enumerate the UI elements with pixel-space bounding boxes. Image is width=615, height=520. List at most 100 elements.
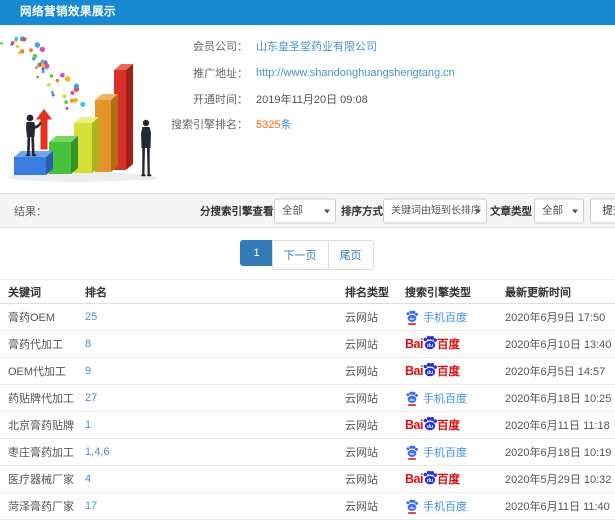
mobile-baidu-logo: du 手机百度 <box>405 444 467 460</box>
updated-cell: 2020年6月18日 10:19 <box>497 438 615 466</box>
rank-link[interactable]: 25 <box>85 311 97 323</box>
rank-link[interactable]: 1 <box>85 419 91 431</box>
col-keyword: 关键词 <box>0 279 77 304</box>
engine-view-label: 分搜索引擎查看 <box>200 205 274 217</box>
chevron-down-icon <box>475 209 481 213</box>
table-row: 北京膏药贴牌 1 云网站 Bai du 百度 2020年6月11日 11:18 <box>0 411 615 439</box>
table-row: 膏药代加工 8 云网站 Bai du 百度 2020年6月10日 13:40 <box>0 330 615 358</box>
rank-link[interactable]: 27 <box>85 392 97 404</box>
sort-select[interactable]: 关键词由短到长排序 <box>383 198 487 223</box>
table-row: 医疗器械厂家 4 云网站 Bai du 百度 2020年5月29日 10:32 <box>0 465 615 493</box>
keyword-cell: OEM代加工 <box>0 357 77 385</box>
page-1-button[interactable]: 1 <box>240 240 273 266</box>
updated-cell: 2020年6月5日 14:57 <box>497 357 615 385</box>
last-page-button[interactable]: 尾页 <box>327 240 374 270</box>
engine-cell: du 手机百度 <box>397 303 497 331</box>
keyword-cell: 药贴牌代加工 <box>0 384 77 412</box>
updated-cell: 2020年5月29日 10:32 <box>497 465 615 493</box>
results-table: 关键词 排名 排名类型 搜索引擎类型 最新更新时间 膏药OEM 25 云网站 d… <box>0 279 615 520</box>
chevron-down-icon <box>324 209 330 213</box>
updated-cell: 2020年6月10日 13:40 <box>497 330 615 358</box>
rank-link[interactable]: 17 <box>85 500 97 512</box>
rank-cell: 17 <box>77 492 337 520</box>
rank-link[interactable]: 4 <box>85 473 91 485</box>
rank-cell: 1 <box>77 411 337 439</box>
baidu-logo-cn: 百度 <box>436 474 460 486</box>
engine-rank-label: 搜索引擎排名： <box>171 119 248 131</box>
promo-url-link[interactable]: http://www.shandonghuangshengtang.cn <box>256 67 455 79</box>
keyword-cell: 菏泽膏药厂家 <box>0 492 77 520</box>
baidu-logo-bai: Bai <box>405 364 423 378</box>
baidu-paw-icon: du <box>406 445 418 460</box>
keyword-cell: 医疗器械厂家 <box>0 465 77 493</box>
updated-cell: 2020年6月18日 10:25 <box>497 384 615 412</box>
rank-link[interactable]: 8 <box>85 338 91 350</box>
col-rank-type: 排名类型 <box>337 279 397 304</box>
table-row: OEM代加工 9 云网站 Bai du 百度 2020年6月5日 14:57 <box>0 357 615 385</box>
mobile-baidu-logo: du 手机百度 <box>405 498 467 514</box>
svg-text:du: du <box>410 450 415 455</box>
rank-link[interactable]: 9 <box>85 365 91 377</box>
open-time-label: 开通时间： <box>193 94 248 106</box>
engine-view-select[interactable]: 全部 <box>274 198 336 223</box>
open-time-value: 2019年11月20日 09:08 <box>256 94 368 106</box>
next-page-button[interactable]: 下一页 <box>271 240 329 270</box>
baidu-logo: Bai du 百度 <box>405 335 460 353</box>
svg-text:du: du <box>410 315 415 320</box>
engine-cell: Bai du 百度 <box>397 357 497 385</box>
rank-unit: 条 <box>280 119 292 131</box>
rank-link[interactable]: 1,4,6 <box>85 446 109 458</box>
article-type-select[interactable]: 全部 <box>534 198 584 223</box>
rank-cell: 8 <box>77 330 337 358</box>
rank-type-cell: 云网站 <box>337 357 397 385</box>
chevron-down-icon <box>572 209 578 213</box>
pagination: 1 下一页 尾页 <box>0 240 615 270</box>
top-title-bar: 网络营销效果展示 <box>0 0 615 25</box>
company-link[interactable]: 山东皇圣堂药业有限公司 <box>256 38 377 54</box>
engine-rank-value[interactable]: 5325条 <box>256 116 291 132</box>
rank-count: 5325 <box>256 119 281 131</box>
keyword-cell: 枣庄膏药加工 <box>0 438 77 466</box>
col-engine-type: 搜索引擎类型 <box>397 279 497 304</box>
submit-button[interactable]: 提交 <box>590 198 615 223</box>
page-title: 网络营销效果展示 <box>20 6 116 18</box>
rank-cell: 9 <box>77 357 337 385</box>
svg-text:du: du <box>410 504 415 509</box>
baidu-logo: Bai du 百度 <box>405 416 460 434</box>
promo-url-label: 推广地址： <box>193 68 248 80</box>
article-type-label: 文章类型 <box>490 205 532 217</box>
col-updated: 最新更新时间 <box>497 279 615 304</box>
mobile-baidu-label: 手机百度 <box>423 501 467 513</box>
baidu-logo-cn: 百度 <box>436 366 460 378</box>
baidu-paw-icon: du <box>423 416 437 431</box>
engine-cell: du 手机百度 <box>397 438 497 466</box>
mobile-baidu-label: 手机百度 <box>423 312 467 324</box>
promo-url-row: 推广地址： http://www.shandonghuangshengtang.… <box>0 65 470 81</box>
baidu-logo-bai: Bai <box>405 472 423 486</box>
rank-type-cell: 云网站 <box>337 465 397 493</box>
rank-type-cell: 云网站 <box>337 330 397 358</box>
engine-cell: Bai du 百度 <box>397 411 497 439</box>
mobile-baidu-logo: du 手机百度 <box>405 309 467 325</box>
baidu-logo-cn: 百度 <box>436 339 460 351</box>
updated-cell: 2020年6月9日 17:50 <box>497 303 615 331</box>
filter-bar: 结果： 分搜索引擎查看 全部 排序方式 关键词由短到长排序 文章类型 全部 提交 <box>0 193 615 228</box>
baidu-paw-icon: du <box>423 470 437 485</box>
svg-text:du: du <box>427 478 433 484</box>
baidu-paw-icon: du <box>406 310 418 325</box>
svg-text:du: du <box>410 396 415 401</box>
updated-cell: 2020年6月11日 11:40 <box>497 492 615 520</box>
table-row: 枣庄膏药加工 1,4,6 云网站 du 手机百度 2020年6月18日 10:1… <box>0 438 615 466</box>
keyword-cell: 北京膏药贴牌 <box>0 411 77 439</box>
mobile-baidu-label: 手机百度 <box>423 447 467 459</box>
table-row: 膏药OEM 25 云网站 du 手机百度 2020年6月9日 17:50 <box>0 303 615 331</box>
rank-type-cell: 云网站 <box>337 492 397 520</box>
result-label: 结果： <box>14 205 47 218</box>
svg-text:du: du <box>427 370 433 376</box>
svg-text:du: du <box>427 343 433 349</box>
bar-green <box>49 136 78 174</box>
rank-cell: 1,4,6 <box>77 438 337 466</box>
col-rank: 排名 <box>77 279 337 304</box>
baidu-paw-icon: du <box>406 499 418 514</box>
baidu-paw-icon: du <box>423 362 437 377</box>
